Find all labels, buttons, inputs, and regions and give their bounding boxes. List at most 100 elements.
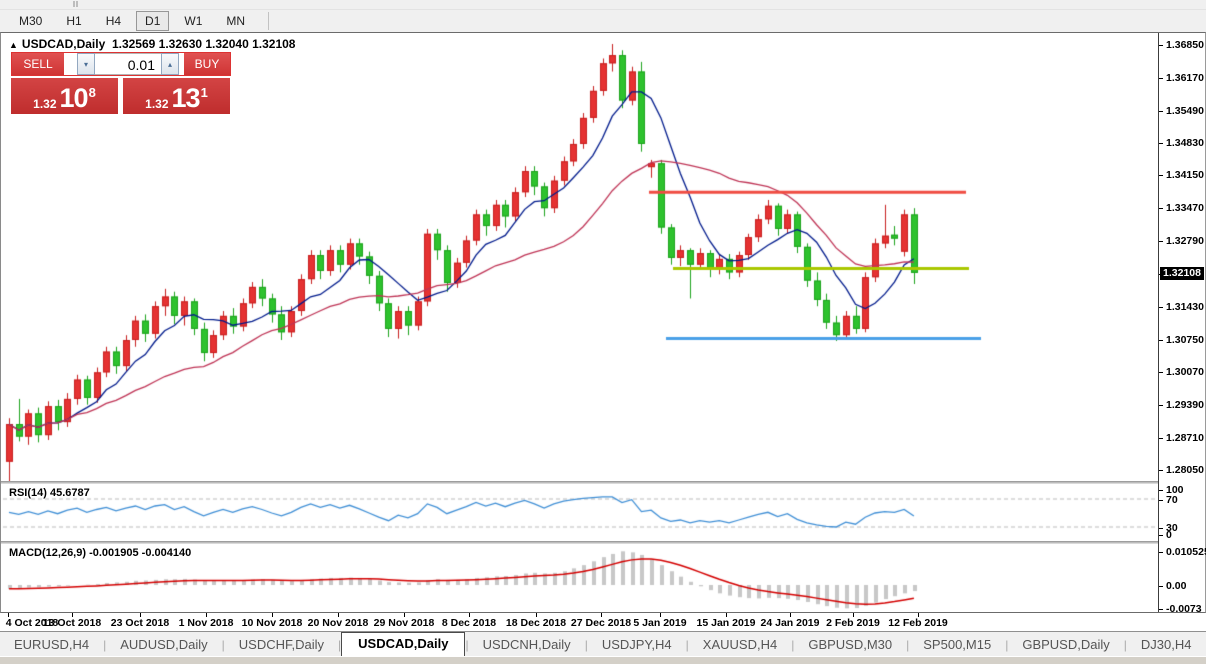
timeframe-button-h4[interactable]: H4 [97,11,130,31]
chart-tab-gbpusd-m30[interactable]: GBPUSD,M30 [794,634,906,656]
axis-tick-mark [1159,208,1163,209]
chart-tab-bar: EURUSD,H4 | AUDUSD,Daily | USDCHF,Daily | USDC… [0,632,1206,656]
window-top-strip [0,0,1206,10]
date-tick-label: 1 Nov 2018 [178,617,234,629]
axis-tick-mark [1159,500,1163,501]
axis-tick-mark [1159,470,1163,471]
rsi-canvas[interactable] [1,484,1158,541]
timeframe-button-h1[interactable]: H1 [57,11,90,31]
mt4-terminal: { "toolbar": {"timeframes": ["M30","H1",… [0,0,1206,664]
price-tick-label: 1.35490 [1166,105,1204,117]
rsi-axis-label: 70 [1166,494,1178,506]
sell-price-small: 1.32 [33,97,57,111]
axis-tick-mark [1159,143,1163,144]
date-tick-label: 8 Dec 2018 [441,617,497,629]
price-tick-label: 1.31430 [1166,301,1204,313]
trade-row-spacer [64,53,77,75]
chart-symbol-label: USDCAD,Daily [21,37,106,51]
trade-prices-row: 1.32 10 8 1.32 13 1 [11,78,231,114]
price-tick-label: 1.36170 [1166,72,1204,84]
date-tick-label: 15 Jan 2019 [696,617,756,629]
timeframe-button-mn[interactable]: MN [217,11,254,31]
chart-tab-usdchf-daily[interactable]: USDCHF,Daily [225,634,338,656]
chart-header: ▲ USDCAD,Daily 1.32569 1.32630 1.32040 1.… [9,37,295,51]
date-tick-label: 24 Jan 2019 [760,617,820,629]
axis-tick-mark [1159,307,1163,308]
price-tick-label: 1.34150 [1166,169,1204,181]
date-tick-label: 23 Oct 2018 [110,617,170,629]
price-tick-label: 1.30070 [1166,366,1204,378]
chart-tab-gbpusd-daily[interactable]: GBPUSD,Daily [1008,634,1123,656]
date-tick-label: 12 Feb 2019 [888,617,948,629]
volume-input[interactable]: 0.01 [95,53,161,75]
toolbar-separator [268,12,270,30]
axis-tick-mark [1159,490,1163,491]
chart-tab-sp500-m15[interactable]: SP500,M15 [909,634,1005,656]
axis-tick-mark [1159,552,1163,553]
macd-axis-label: 0.00 [1166,580,1187,592]
axis-tick-mark [1159,111,1163,112]
toolbar-gripper [73,1,75,7]
buy-price-sup: 1 [200,85,208,100]
price-tick-label: 1.34830 [1166,137,1204,149]
macd-label: MACD(12,26,9) -0.001905 -0.004140 [9,547,192,559]
date-tick-label: 18 Dec 2018 [505,617,567,629]
axis-tick-mark [1159,609,1163,610]
axis-tick-mark [1159,586,1163,587]
sell-price-sup: 8 [88,85,96,100]
chart-tab-eurusd-h4[interactable]: EURUSD,H4 [0,634,103,656]
axis-tick-mark [1159,528,1163,529]
price-tick-label: 1.30750 [1166,334,1204,346]
axis-tick-mark [1159,241,1163,242]
rsi-indicator-panel: RSI(14) 45.6787 [1,484,1158,541]
price-tick-label: 1.28050 [1166,464,1204,476]
current-price-label: 1.32108 [1160,267,1204,280]
price-tick-label: 1.29390 [1166,399,1204,411]
price-axis[interactable]: 1.36850 1.36170 1.35490 1.34830 1.34150 1.334… [1159,33,1206,615]
date-tick-label: 27 Dec 2018 [570,617,632,629]
axis-tick-mark [1159,438,1163,439]
chart-tab-dj30-h4[interactable]: DJ30,H4 [1127,634,1206,656]
chart-window: ▲ USDCAD,Daily 1.32569 1.32630 1.32040 1.… [0,32,1206,615]
buy-price-big: 13 [171,83,201,113]
volume-increase-button[interactable]: ▴ [161,53,179,75]
chart-ohlc-values: 1.32569 1.32630 1.32040 1.32108 [111,37,296,51]
chart-tab-usdjpy-h4[interactable]: USDJPY,H4 [588,634,686,656]
date-tick-label: 13 Oct 2018 [42,617,102,629]
date-tick-label: 20 Nov 2018 [307,617,369,629]
price-tick-label: 1.32790 [1166,235,1204,247]
timeframe-button-m30[interactable]: M30 [10,11,51,31]
date-tick-label: 2 Feb 2019 [826,617,880,629]
macd-axis-label: 0.010525 [1166,546,1206,558]
volume-decrease-button[interactable]: ▾ [77,53,95,75]
sell-price-panel[interactable]: 1.32 10 8 [11,78,118,114]
main-chart-panel: ▲ USDCAD,Daily 1.32569 1.32630 1.32040 1.… [1,33,1158,481]
axis-tick-mark [1159,45,1163,46]
date-tick-label: 10 Nov 2018 [241,617,303,629]
date-axis[interactable]: 4 Oct 2018 13 Oct 2018 23 Oct 2018 1 Nov 20… [0,613,1206,632]
chart-tab-xauusd-h4[interactable]: XAUUSD,H4 [689,634,791,656]
sell-button[interactable]: SELL [12,53,64,75]
timeframe-button-w1[interactable]: W1 [175,11,211,31]
axis-tick-mark [1159,535,1163,536]
price-tick-label: 1.33470 [1166,202,1204,214]
axis-tick-mark [1159,405,1163,406]
rsi-label: RSI(14) 45.6787 [9,487,90,499]
axis-tick-mark [1159,78,1163,79]
date-tick-label: 5 Jan 2019 [633,617,687,629]
trade-controls-row: SELL ▾ 0.01 ▴ BUY [11,52,231,76]
price-tick-label: 1.36850 [1166,39,1204,51]
timeframe-toolbar: M30 H1 H4 D1 W1 MN [0,10,1206,32]
buy-price-small: 1.32 [145,97,169,111]
date-tick-label: 29 Nov 2018 [373,617,435,629]
axis-tick-mark [1159,372,1163,373]
buy-button[interactable]: BUY [184,53,230,75]
timeframe-button-d1[interactable]: D1 [136,11,170,31]
price-tick-label: 1.28710 [1166,432,1204,444]
collapse-triangle-icon[interactable]: ▲ [9,40,18,50]
buy-price-panel[interactable]: 1.32 13 1 [123,78,230,114]
axis-tick-mark [1159,340,1163,341]
chart-tab-audusd-daily[interactable]: AUDUSD,Daily [106,634,221,656]
chart-tab-usdcnh-daily[interactable]: USDCNH,Daily [469,634,585,656]
chart-tab-usdcad-daily[interactable]: USDCAD,Daily [341,632,466,656]
